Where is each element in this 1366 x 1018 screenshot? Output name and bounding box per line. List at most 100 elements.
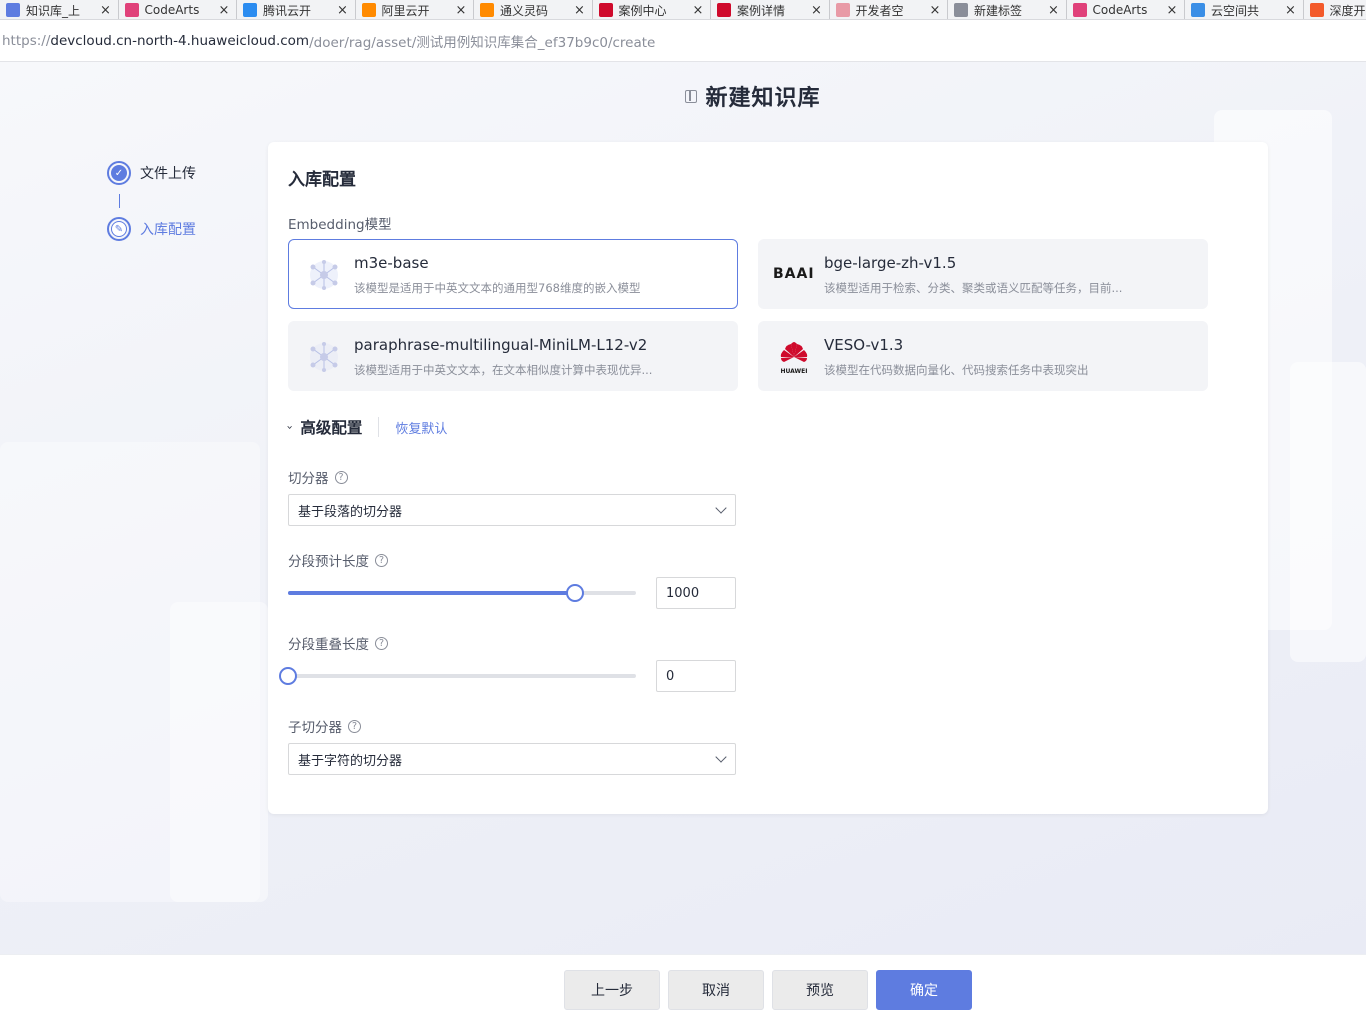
browser-tab[interactable]: 新建标签 × — [948, 0, 1067, 19]
splitter-select[interactable]: 基于段落的切分器 — [288, 494, 736, 526]
model-desc: 该模型适用于检索、分类、聚类或语义匹配等任务，目前... — [824, 281, 1123, 295]
cloud-icon — [243, 3, 257, 17]
close-icon[interactable]: × — [574, 3, 586, 18]
close-icon[interactable]: × — [1166, 3, 1178, 18]
step-done-circle: ✓ — [107, 161, 131, 185]
browser-tab-label: 通义灵码 — [500, 3, 549, 18]
browser-tab[interactable]: 腾讯云开 × — [237, 0, 356, 19]
overlap-length-input[interactable]: 0 — [656, 660, 736, 692]
baai-logo: BAAI — [773, 266, 815, 282]
close-icon[interactable]: × — [811, 3, 823, 18]
browser-tab-label: CodeArts — [1092, 3, 1148, 17]
bracket-icon — [361, 3, 376, 17]
overlap-length-slider[interactable] — [279, 667, 636, 685]
model-desc: 该模型在代码数据向量化、代码搜索任务中表现突出 — [824, 363, 1089, 377]
browser-tab-label: 开发者空 — [855, 3, 904, 18]
prev-step-button[interactable]: 上一步 — [564, 970, 660, 1010]
close-icon[interactable]: × — [692, 3, 704, 18]
confirm-button[interactable]: 确定 — [876, 970, 972, 1010]
advanced-config-title[interactable]: 高级配置 — [300, 416, 362, 438]
orange-icon — [1309, 3, 1324, 17]
config-card: 入库配置 Embedding模型 m3e-base 该模型是适用于中英文文本的通… — [268, 142, 1268, 814]
browser-tab-label: 云空间共 — [1211, 3, 1260, 18]
close-icon[interactable]: × — [1285, 3, 1297, 18]
network-icon — [310, 342, 338, 372]
chunk-length-input[interactable]: 1000 — [656, 577, 736, 609]
model-option-paraphrase-minilm[interactable]: paraphrase-multilingual-MiniLM-L12-v2 该模… — [288, 321, 738, 391]
step-indicator: ✓ 文件上传 ✎ 入库配置 — [107, 160, 196, 242]
splitter-value: 基于段落的切分器 — [298, 504, 403, 520]
browser-tab[interactable]: 开发者空 × — [829, 0, 948, 19]
huawei-logo-icon: HUAWEI — [780, 342, 808, 375]
model-option-m3e-base[interactable]: m3e-base 该模型是适用于中英文文本的通用型768维度的嵌入模型 — [288, 239, 738, 309]
model-name: paraphrase-multilingual-MiniLM-L12-v2 — [354, 336, 648, 354]
codearts-icon — [1072, 3, 1087, 17]
page-title-icon — [685, 90, 698, 103]
model-option-veso[interactable]: HUAWEI VESO-v1.3 该模型在代码数据向量化、代码搜索任务中表现突出 — [758, 321, 1208, 391]
browser-tab[interactable]: 知识库_上 × — [0, 0, 119, 19]
browser-tab-bar: 知识库_上 × CodeArts × 腾讯云开 × 阿里云开 × 通义灵码 × 案例中心 × 案例详情 ×… — [0, 0, 1366, 20]
preview-button[interactable]: 预览 — [772, 970, 868, 1010]
close-icon[interactable]: × — [100, 3, 112, 18]
help-icon[interactable]: ? — [375, 636, 388, 650]
browser-tab[interactable]: 深度开发× — [1303, 0, 1366, 19]
chunk-length-label-row: 分段预计长度? — [288, 550, 388, 570]
huawei-icon — [717, 3, 731, 17]
codearts-icon — [124, 3, 139, 17]
browser-tab-label: 阿里云开 — [381, 3, 430, 18]
check-icon: ✓ — [111, 165, 127, 181]
restore-default-link[interactable]: 恢复默认 — [395, 418, 447, 437]
chunk-length-label: 分段预计长度 — [288, 554, 369, 570]
chevron-down-icon — [715, 502, 727, 514]
model-name: VESO-v1.3 — [824, 336, 904, 354]
help-icon[interactable]: ? — [375, 553, 388, 567]
step-label: 文件上传 — [140, 166, 196, 182]
browser-tab[interactable]: 案例详情 × — [711, 0, 830, 19]
sub-splitter-label: 子切分器 — [288, 720, 342, 736]
cube-icon — [1191, 3, 1205, 17]
model-option-bge-large-zh[interactable]: BAAI bge-large-zh-v1.5 该模型适用于检索、分类、聚类或语义… — [758, 239, 1208, 309]
browser-tab[interactable]: 阿里云开 × — [355, 0, 474, 19]
slider-fill — [288, 591, 576, 595]
chunk-length-value: 1000 — [666, 585, 700, 601]
footer-bar: 上一步 取消 预览 确定 — [0, 954, 1366, 1018]
browser-tab[interactable]: CodeArts × — [1066, 0, 1185, 19]
help-icon[interactable]: ? — [348, 719, 361, 733]
browser-tab-label: 案例中心 — [618, 3, 667, 18]
network-icon — [310, 260, 338, 290]
browser-tab[interactable]: 通义灵码 × — [474, 0, 593, 19]
step-label: 入库配置 — [140, 222, 196, 238]
splitter-label-row: 切分器? — [288, 467, 348, 487]
chunk-length-slider[interactable] — [288, 584, 636, 602]
help-icon[interactable]: ? — [334, 470, 348, 484]
close-icon[interactable]: × — [337, 3, 349, 18]
close-icon[interactable]: × — [1048, 3, 1060, 18]
close-icon[interactable]: × — [929, 3, 941, 18]
chevron-down-icon[interactable]: › — [284, 425, 297, 429]
cancel-button[interactable]: 取消 — [668, 970, 764, 1010]
slider-thumb[interactable] — [279, 667, 297, 685]
splitter-label: 切分器 — [288, 471, 329, 487]
browser-tab[interactable]: CodeArts × — [118, 0, 237, 19]
slider-thumb[interactable] — [566, 584, 585, 602]
doc-icon — [6, 3, 20, 17]
chevron-down-icon — [715, 751, 727, 763]
url-prefix: https:// — [2, 32, 51, 49]
embedding-model-label: Embedding模型 — [288, 217, 392, 233]
address-bar[interactable]: https://devcloud.cn-north-4.huaweicloud.… — [0, 20, 1366, 62]
browser-tab-label: 深度开发 — [1329, 3, 1366, 18]
browser-tab[interactable]: 云空间共 × — [1185, 0, 1304, 19]
browser-tab-label: 腾讯云开 — [263, 3, 312, 18]
step-ingest-config[interactable]: ✎ 入库配置 — [107, 216, 196, 242]
close-icon[interactable]: × — [455, 3, 467, 18]
browser-tab[interactable]: 案例中心 × — [592, 0, 711, 19]
page-title-text: 新建知识库 — [705, 86, 821, 111]
browser-tab-label: 新建标签 — [974, 3, 1023, 18]
page-title: 新建知识库 — [0, 80, 1366, 112]
sub-splitter-select[interactable]: 基于字符的切分器 — [288, 743, 736, 775]
url-path: /doer/rag/asset/测试用例知识库集合_ef37b9c0/creat… — [309, 34, 656, 51]
step-file-upload[interactable]: ✓ 文件上传 — [107, 160, 196, 186]
model-desc: 该模型适用于中英文文本，在文本相似度计算中表现优异... — [354, 363, 653, 377]
step-connector — [119, 194, 120, 208]
close-icon[interactable]: × — [218, 3, 230, 18]
